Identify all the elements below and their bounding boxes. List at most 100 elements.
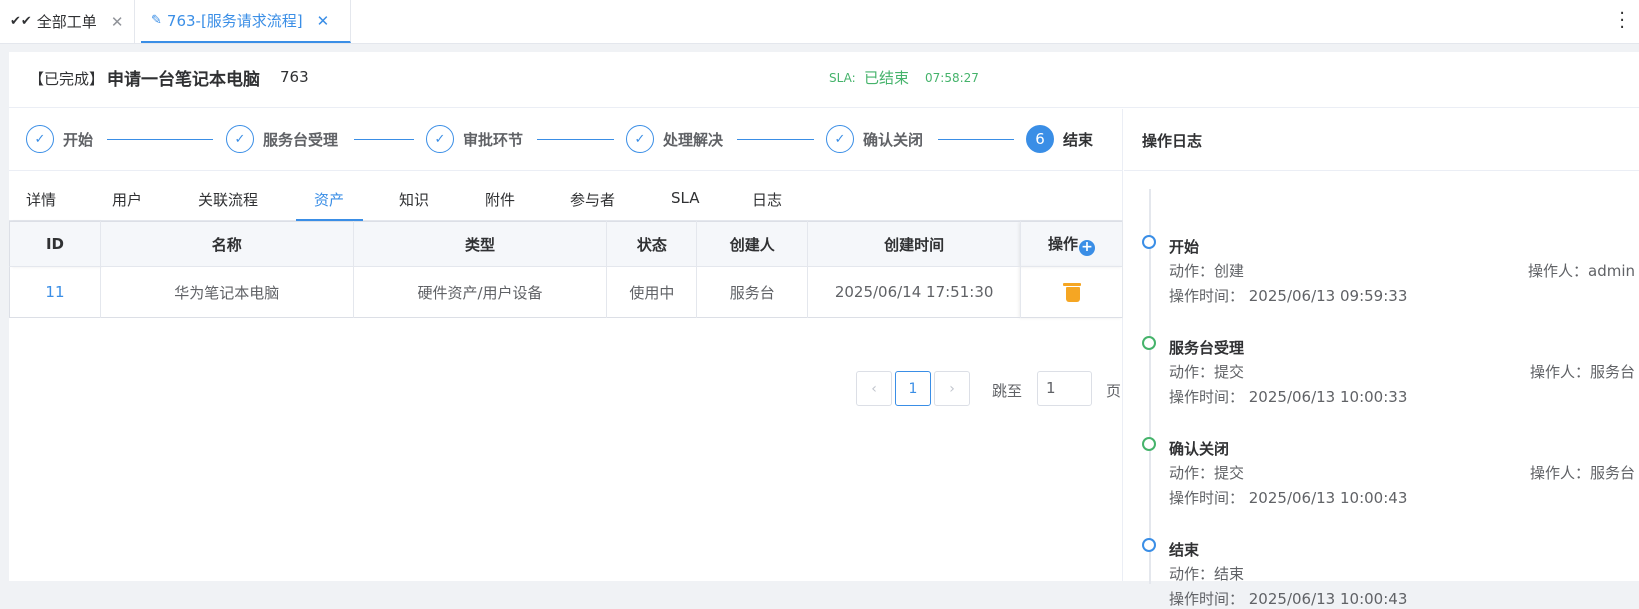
tab-knowledge[interactable]: 知识 — [399, 189, 429, 210]
tab-users[interactable]: 用户 — [112, 189, 142, 210]
timeline-dot — [1142, 437, 1156, 451]
detail-tabs: 详情 用户 关联流程 资产 知识 附件 参与者 SLA 日志 — [9, 171, 1123, 221]
page-suffix: 页 — [1106, 382, 1122, 400]
check-icon: ✓ — [226, 125, 254, 153]
check-icon: ✓ — [826, 125, 854, 153]
log-node: 结束 — [1169, 541, 1200, 559]
jump-label: 跳至 — [992, 382, 1023, 400]
close-icon[interactable]: ✕ — [111, 13, 124, 31]
add-icon[interactable]: + — [1079, 239, 1096, 256]
log-time: 操作时间： 2025/06/13 10:00:43 — [1169, 489, 1408, 507]
col-id: ID — [9, 221, 101, 267]
tab-ticket-763[interactable]: ✎ 763-[服务请求流程] ✕ — [141, 0, 351, 43]
ticket-status: 【已完成】 — [29, 70, 105, 88]
log-operator: 操作人：服务台 — [1529, 464, 1635, 482]
pagination: ‹ 1 › 跳至 1 页 — [9, 371, 1123, 411]
log-node: 开始 — [1169, 238, 1200, 256]
asset-creator: 服务台 — [696, 266, 809, 318]
log-header: 操作日志 — [1124, 109, 1639, 171]
tab-related-process[interactable]: 关联流程 — [198, 189, 258, 210]
step-number: 6 — [1026, 125, 1054, 153]
log-title: 操作日志 — [1142, 132, 1203, 150]
ticket-header: 【已完成】 申请一台笔记本电脑 763 SLA: 已结束 07:58:27 — [9, 52, 1639, 108]
step-connector — [737, 139, 814, 140]
tab-label: 全部工单 — [36, 13, 97, 31]
asset-type: 硬件资产/用户设备 — [353, 266, 608, 318]
asset-name: 华为笔记本电脑 — [100, 266, 354, 318]
col-type: 类型 — [353, 221, 608, 267]
edit-icon: ✎ — [151, 13, 162, 28]
step-label: 结束 — [1063, 130, 1094, 149]
next-page-button[interactable]: › — [934, 371, 970, 406]
tab-bar: ✔✔ 全部工单 ✕ ✎ 763-[服务请求流程] ✕ · · · — [0, 0, 1639, 44]
step-service-desk: ✓ 服务台受理 — [226, 125, 338, 153]
sla-status: 已结束 — [864, 69, 910, 87]
step-start: ✓ 开始 — [26, 125, 93, 153]
step-end: 6 结束 — [1026, 125, 1093, 153]
log-node: 确认关闭 — [1169, 440, 1230, 458]
asset-status: 使用中 — [606, 266, 698, 318]
table-row: 11 华为笔记本电脑 硬件资产/用户设备 使用中 服务台 2025/06/14 … — [9, 266, 1123, 318]
col-name: 名称 — [100, 221, 354, 267]
check-icon: ✓ — [26, 125, 54, 153]
sla-label: SLA: — [829, 71, 856, 85]
col-created-time: 创建时间 — [807, 221, 1022, 267]
sla-time: 07:58:27 — [925, 71, 979, 85]
ticket-number: 763 — [280, 68, 309, 86]
asset-table: ID 名称 类型 状态 创建人 创建时间 操作 + 11 华为笔记本电脑 硬件资产… — [9, 221, 1123, 318]
process-steps: ✓ 开始 ✓ 服务台受理 ✓ 审批环节 ✓ 处理解决 ✓ 确认关闭 6 结束 — [9, 109, 1123, 171]
row-actions — [1020, 266, 1123, 318]
step-connector — [938, 139, 1014, 140]
tab-log[interactable]: 日志 — [752, 189, 782, 210]
log-time: 操作时间： 2025/06/13 10:00:43 — [1169, 590, 1408, 608]
step-label: 确认关闭 — [863, 130, 924, 149]
tab-attachments[interactable]: 附件 — [485, 189, 515, 210]
timeline-dot — [1142, 336, 1156, 350]
tab-all-tickets[interactable]: ✔✔ 全部工单 ✕ — [0, 0, 135, 43]
table-header-row: ID 名称 类型 状态 创建人 创建时间 操作 + — [9, 221, 1123, 267]
step-connector — [354, 139, 414, 140]
log-action: 动作：提交 — [1169, 363, 1245, 381]
log-node: 服务台受理 — [1169, 339, 1245, 357]
main-panel: ✓ 开始 ✓ 服务台受理 ✓ 审批环节 ✓ 处理解决 ✓ 确认关闭 6 结束 详… — [9, 109, 1123, 581]
step-approval: ✓ 审批环节 — [426, 125, 523, 153]
log-time: 操作时间： 2025/06/13 09:59:33 — [1169, 287, 1408, 305]
check-icon: ✓ — [426, 125, 454, 153]
log-action: 动作：创建 — [1169, 262, 1245, 280]
step-confirm-close: ✓ 确认关闭 — [826, 125, 923, 153]
tab-label: 763-[服务请求流程] — [166, 12, 303, 30]
step-resolve: ✓ 处理解决 — [626, 125, 723, 153]
col-actions: 操作 + — [1020, 221, 1123, 267]
operation-log-panel: 操作日志 开始 动作：创建 操作人：admin 操作时间： 2025/06/13… — [1124, 109, 1639, 608]
col-creator: 创建人 — [696, 221, 809, 267]
step-label: 处理解决 — [663, 130, 724, 149]
close-icon[interactable]: ✕ — [317, 12, 330, 30]
log-action: 动作：提交 — [1169, 464, 1245, 482]
prev-page-button[interactable]: ‹ — [856, 371, 892, 406]
step-connector — [537, 139, 614, 140]
step-label: 服务台受理 — [263, 130, 339, 149]
timeline-dot — [1142, 235, 1156, 249]
double-check-icon: ✔✔ — [10, 14, 32, 29]
delete-icon[interactable] — [1062, 283, 1081, 303]
log-operator: 操作人：admin — [1528, 262, 1635, 280]
tab-sla[interactable]: SLA — [671, 189, 699, 207]
asset-id-link[interactable]: 11 — [9, 266, 101, 318]
log-time: 操作时间： 2025/06/13 10:00:33 — [1169, 388, 1408, 406]
timeline-dot — [1142, 538, 1156, 552]
col-actions-label: 操作 — [1048, 234, 1079, 253]
asset-created-time: 2025/06/14 17:51:30 — [807, 266, 1022, 318]
step-label: 开始 — [63, 130, 94, 149]
step-connector — [107, 139, 213, 140]
tab-details[interactable]: 详情 — [26, 189, 56, 210]
step-label: 审批环节 — [463, 130, 524, 149]
tab-participants[interactable]: 参与者 — [570, 189, 615, 210]
page-jump-input[interactable]: 1 — [1037, 371, 1092, 406]
more-vertical-icon[interactable]: · · · — [1619, 5, 1625, 37]
check-icon: ✓ — [626, 125, 654, 153]
page-1-button[interactable]: 1 — [895, 371, 931, 406]
tab-assets[interactable]: 资产 — [314, 189, 344, 210]
col-status: 状态 — [606, 221, 698, 267]
ticket-title: 申请一台笔记本电脑 — [107, 70, 260, 90]
log-operator: 操作人：服务台 — [1529, 363, 1635, 381]
